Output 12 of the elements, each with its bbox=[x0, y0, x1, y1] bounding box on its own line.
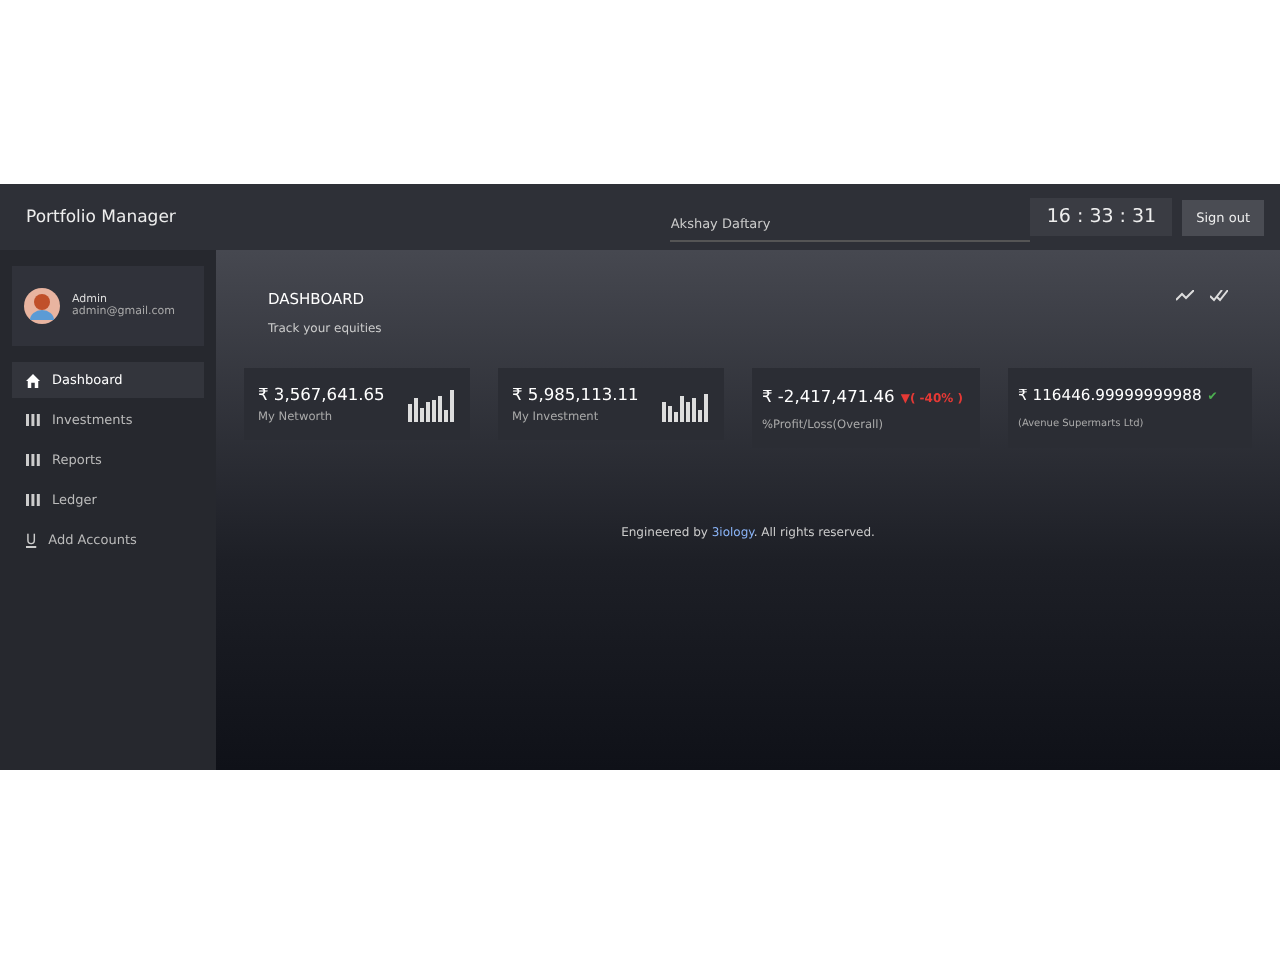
columns-icon bbox=[26, 454, 40, 466]
stat-value: ₹ 5,985,113.11 bbox=[512, 384, 639, 404]
trend-icon[interactable] bbox=[1176, 290, 1194, 302]
home-icon bbox=[26, 373, 40, 387]
columns-icon bbox=[26, 494, 40, 506]
double-check-icon[interactable] bbox=[1210, 290, 1228, 302]
bar-sparkline bbox=[408, 387, 456, 421]
avatar-icon bbox=[24, 288, 60, 324]
columns-icon bbox=[26, 414, 40, 426]
clock: 16 : 33 : 31 bbox=[1030, 198, 1173, 236]
stat-value: ₹ 3,567,641.65 bbox=[258, 384, 385, 404]
app-title: Portfolio Manager bbox=[26, 207, 176, 227]
